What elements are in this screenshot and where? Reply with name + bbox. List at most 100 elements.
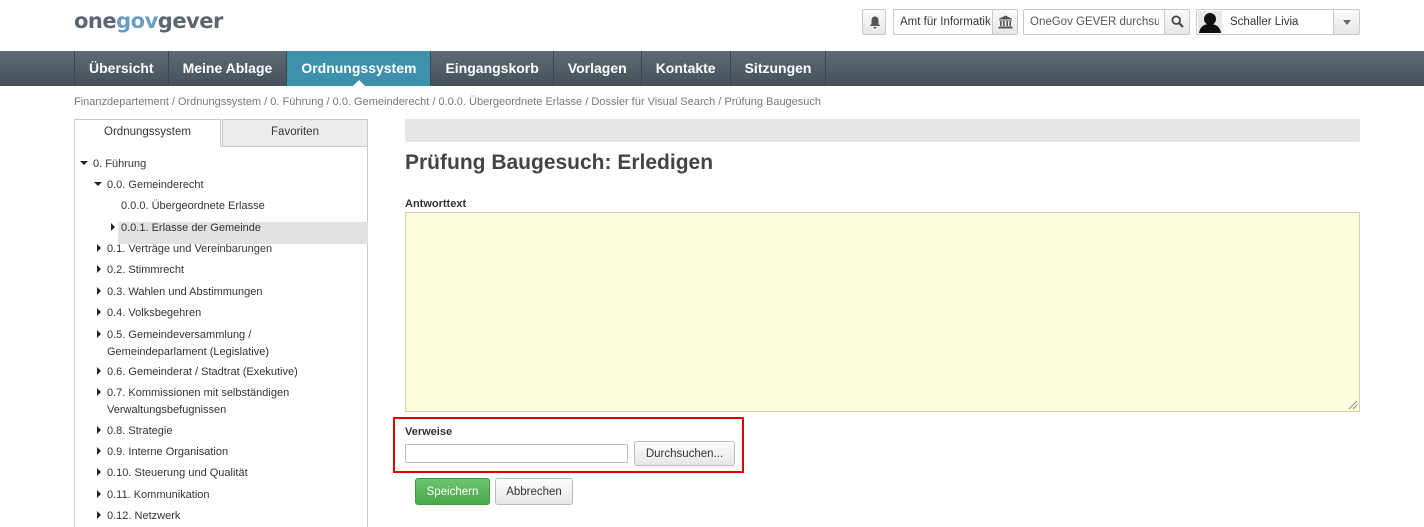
- tree-collapsed-icon[interactable]: [97, 308, 101, 316]
- tree-item[interactable]: 0.7. Kommissionen mit selbständigen Verw…: [97, 385, 290, 418]
- notifications-button[interactable]: [862, 9, 886, 35]
- tree-collapsed-icon[interactable]: [97, 287, 101, 295]
- breadcrumb-item[interactable]: Dossier für Visual Search: [591, 96, 715, 108]
- nav-item-meine-ablage[interactable]: Meine Ablage: [167, 51, 287, 86]
- breadcrumb-item[interactable]: 0.0.0. Übergeordnete Erlasse: [438, 96, 582, 108]
- nav-item-sitzungen[interactable]: Sitzungen: [729, 51, 827, 86]
- tree-item-label: 0.0. Gemeinderecht: [107, 179, 204, 191]
- nav-item-eingangskorb[interactable]: Eingangskorb: [430, 51, 552, 86]
- tree-item-label: 0.5. Gemeindeversammlung /: [107, 329, 252, 341]
- tab-favoriten[interactable]: Favoriten: [222, 119, 368, 147]
- verweise-field[interactable]: [405, 444, 628, 463]
- tree-item[interactable]: 0.0.1. Erlasse der Gemeinde: [111, 220, 262, 237]
- tree-item[interactable]: 0.5. Gemeindeversammlung / Gemeindeparla…: [97, 327, 270, 360]
- tree-item[interactable]: 0.9. Interne Organisation: [97, 444, 229, 461]
- cancel-button[interactable]: Abbrechen: [495, 478, 573, 505]
- navigation-tree: 0. Führung 0.0. Gemeinderecht 0.0.0. Übe…: [74, 146, 368, 527]
- tree-collapsed-icon[interactable]: [97, 388, 101, 396]
- search-button[interactable]: [1164, 10, 1189, 34]
- tree-item[interactable]: 0.1. Verträge und Vereinbarungen: [97, 241, 273, 258]
- nav-item-kontakte[interactable]: Kontakte: [640, 51, 730, 86]
- tree-item[interactable]: 0.12. Netzwerk: [97, 508, 181, 525]
- tree-item-label: 0.12. Netzwerk: [107, 510, 181, 522]
- tree-item[interactable]: 0. Führung: [80, 156, 147, 173]
- tree-item-label: 0.6. Gemeinderat / Stadtrat (Exekutive): [107, 366, 298, 378]
- tree-item[interactable]: 0.0. Gemeinderecht: [94, 177, 204, 194]
- tree-collapsed-icon[interactable]: [97, 265, 101, 273]
- breadcrumb-item[interactable]: Finanzdepartement: [74, 96, 169, 108]
- main-navigation: Übersicht Meine Ablage Ordnungssystem Ei…: [0, 51, 1424, 86]
- user-menu-toggle[interactable]: [1333, 10, 1359, 34]
- tree-item-label: 0.8. Strategie: [107, 425, 173, 437]
- tree-expanded-icon[interactable]: [94, 182, 102, 186]
- search-box: [1023, 9, 1190, 35]
- tree-item-label-continued: Verwaltungsbefugnissen: [107, 403, 227, 416]
- header: onegovgever Amt für Informatik OneGov GE…: [0, 0, 1424, 51]
- org-unit-selector[interactable]: Amt für Informatik: [893, 9, 1018, 35]
- sidebar-tabs: Ordnungssystem Favoriten: [74, 119, 368, 147]
- search-input[interactable]: [1024, 10, 1165, 34]
- nav-item-ordnungssystem[interactable]: Ordnungssystem: [286, 51, 431, 86]
- breadcrumb-item[interactable]: Ordnungssystem: [178, 96, 261, 108]
- tree-item[interactable]: 0.6. Gemeinderat / Stadtrat (Exekutive): [97, 364, 298, 381]
- tree-item-label: 0.4. Volksbegehren: [107, 307, 202, 319]
- tree-item-label: 0.2. Stimmrecht: [107, 264, 185, 276]
- status-bar: [405, 119, 1360, 142]
- resize-grip-icon[interactable]: [1348, 400, 1358, 410]
- tree-item-label: 0.3. Wahlen und Abstimmungen: [107, 286, 263, 298]
- tree-item-label-continued: Gemeindeparlament (Legislative): [107, 345, 270, 358]
- nav-item-uebersicht[interactable]: Übersicht: [74, 51, 168, 86]
- bell-icon: [870, 16, 880, 29]
- user-menu[interactable]: Schaller Livia: [1196, 9, 1360, 35]
- user-name: Schaller Livia: [1230, 16, 1299, 28]
- tree-item[interactable]: 0.11. Kommunikation: [97, 487, 210, 504]
- page-title: Prüfung Baugesuch: Erledigen: [405, 151, 714, 174]
- org-unit-button[interactable]: [992, 10, 1017, 34]
- tree-expanded-icon[interactable]: [80, 161, 88, 165]
- tree-collapsed-icon[interactable]: [97, 426, 101, 434]
- breadcrumb: Finanzdepartement / Ordnungssystem / 0. …: [74, 96, 822, 108]
- tree-collapsed-icon[interactable]: [97, 367, 101, 375]
- tree-item-label: 0.9. Interne Organisation: [107, 446, 229, 458]
- caret-down-icon: [1343, 20, 1351, 25]
- antworttext-field[interactable]: [405, 212, 1360, 412]
- tree-item-label: 0.1. Verträge und Vereinbarungen: [107, 243, 273, 255]
- user-silhouette-icon: [1199, 13, 1221, 33]
- tree-item-selected[interactable]: 0.0.0. Übergeordnete Erlasse: [121, 198, 265, 215]
- browse-button[interactable]: Durchsuchen...: [634, 441, 735, 466]
- tree-item-label: 0.11. Kommunikation: [107, 489, 210, 501]
- tree-item-label: 0.0.1. Erlasse der Gemeinde: [121, 222, 262, 234]
- tab-ordnungssystem[interactable]: Ordnungssystem: [74, 119, 221, 147]
- tree-item[interactable]: 0.2. Stimmrecht: [97, 262, 185, 279]
- tree-item-label: 0.0.0. Übergeordnete Erlasse: [121, 200, 265, 212]
- nav-bar: Übersicht Meine Ablage Ordnungssystem Ei…: [74, 51, 827, 86]
- nav-item-vorlagen[interactable]: Vorlagen: [552, 51, 641, 86]
- breadcrumb-item[interactable]: 0.0. Gemeinderecht: [333, 96, 430, 108]
- tree-item[interactable]: 0.3. Wahlen und Abstimmungen: [97, 284, 263, 301]
- save-button[interactable]: Speichern: [415, 478, 490, 505]
- logo-part-gov: gov: [116, 9, 158, 33]
- tree-collapsed-icon[interactable]: [97, 447, 101, 455]
- verweise-label: Verweise: [405, 426, 453, 438]
- tree-collapsed-icon[interactable]: [97, 511, 101, 519]
- tree-item-label: 0. Führung: [93, 158, 147, 170]
- tree-collapsed-icon[interactable]: [97, 490, 101, 498]
- tree-collapsed-icon[interactable]: [97, 468, 101, 476]
- logo-part-one: one: [74, 9, 117, 33]
- tree-collapsed-icon[interactable]: [97, 244, 101, 252]
- logo[interactable]: onegovgever: [74, 9, 223, 33]
- tree-item[interactable]: 0.10. Steuerung und Qualität: [97, 465, 248, 482]
- search-icon: [1171, 15, 1184, 28]
- tree-collapsed-icon[interactable]: [97, 330, 101, 338]
- tree-item-label: 0.7. Kommissionen mit selbständigen: [107, 387, 290, 399]
- logo-part-gever: gever: [157, 9, 224, 33]
- breadcrumb-current: Prüfung Baugesuch: [724, 96, 822, 108]
- sidebar: Ordnungssystem Favoriten 0. Führung 0.0.…: [74, 119, 368, 527]
- building-icon: [998, 15, 1013, 29]
- antworttext-label: Antworttext: [405, 198, 467, 210]
- tree-item[interactable]: 0.4. Volksbegehren: [97, 305, 202, 322]
- tree-item[interactable]: 0.8. Strategie: [97, 423, 173, 440]
- breadcrumb-item[interactable]: 0. Führung: [270, 96, 323, 108]
- org-unit-label: Amt für Informatik: [900, 16, 991, 28]
- tree-collapsed-icon[interactable]: [111, 223, 115, 231]
